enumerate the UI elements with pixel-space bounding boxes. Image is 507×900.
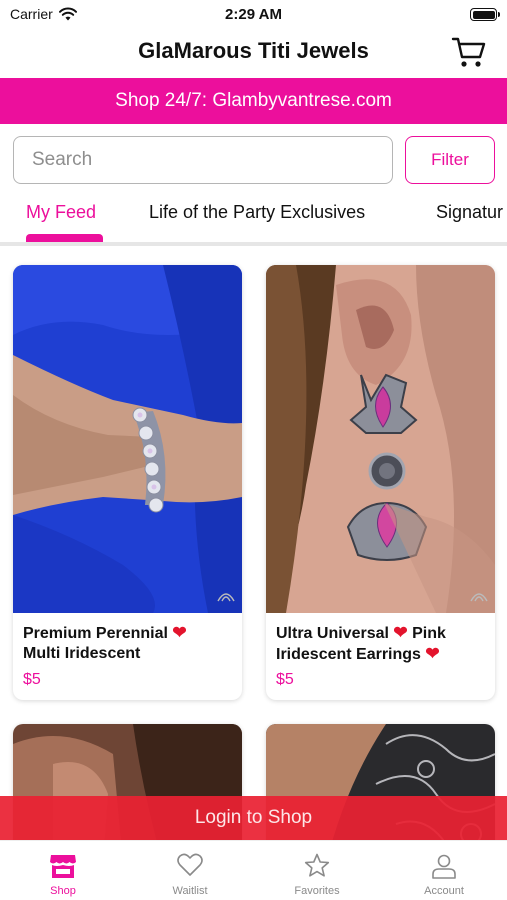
heart-emoji-icon: ❤: [172, 623, 187, 642]
status-bar: Carrier 2:29 AM: [0, 0, 507, 28]
promo-banner[interactable]: Shop 24/7: Glambyvantrese.com: [0, 78, 507, 124]
nav-waitlist-label: Waitlist: [172, 885, 208, 897]
product-name-text: Premium Perennial: [23, 625, 168, 642]
nav-account-label: Account: [424, 885, 464, 897]
tab-life-of-the-party-exclusives[interactable]: Life of the Party Exclusives: [149, 202, 365, 223]
status-time: 2:29 AM: [225, 6, 282, 23]
product-name-line2: Multi Iridescent: [23, 645, 141, 662]
bottom-nav: Shop Waitlist Favorites Account: [0, 840, 507, 900]
nav-favorites[interactable]: Favorites: [254, 841, 380, 900]
product-name-mid: Pink: [412, 625, 446, 642]
product-price: $5: [276, 671, 294, 688]
product-name: Premium Perennial ❤ Multi Iridescent: [23, 623, 235, 664]
person-icon: [432, 854, 456, 879]
active-tab-indicator: [26, 234, 103, 242]
product-photo-bracelet: [13, 265, 242, 613]
nav-shop[interactable]: Shop: [0, 841, 126, 900]
watermark-icon: [470, 593, 488, 602]
nav-favorites-label: Favorites: [294, 885, 340, 897]
product-name-text: Ultra Universal: [276, 625, 389, 642]
heart-emoji-icon: ❤: [393, 623, 408, 642]
app-title: GlaMarous Titi Jewels: [138, 38, 369, 63]
heart-emoji-icon: ❤: [425, 644, 440, 663]
search-input[interactable]: [13, 136, 393, 184]
nav-waitlist[interactable]: Waitlist: [127, 841, 253, 900]
cart-button[interactable]: [451, 34, 487, 70]
product-card[interactable]: Premium Perennial ❤ Multi Iridescent $5: [13, 265, 242, 700]
cart-icon: [451, 37, 486, 67]
product-price: $5: [23, 671, 41, 688]
login-to-shop-button[interactable]: Login to Shop: [0, 796, 507, 840]
star-outline-icon: [304, 853, 330, 877]
product-photo-earring: [266, 265, 495, 613]
store-icon: [50, 855, 76, 878]
tab-signature[interactable]: Signatur: [436, 202, 503, 223]
nav-shop-label: Shop: [50, 885, 76, 897]
tab-my-feed[interactable]: My Feed: [26, 202, 96, 223]
app-header: GlaMarous Titi Jewels: [0, 28, 507, 78]
category-tabs: My Feed Life of the Party Exclusives Sig…: [0, 190, 507, 246]
battery-icon: [470, 8, 500, 21]
filter-button[interactable]: Filter: [405, 136, 495, 184]
nav-account[interactable]: Account: [381, 841, 507, 900]
heart-outline-icon: [177, 853, 203, 876]
product-card[interactable]: Ultra Universal ❤ Pink Iridescent Earrin…: [266, 265, 495, 700]
product-name-line2: Iridescent Earrings: [276, 646, 421, 663]
watermark-icon: [217, 593, 235, 602]
product-name: Ultra Universal ❤ Pink Iridescent Earrin…: [276, 623, 488, 665]
tabs-divider: [0, 242, 507, 246]
